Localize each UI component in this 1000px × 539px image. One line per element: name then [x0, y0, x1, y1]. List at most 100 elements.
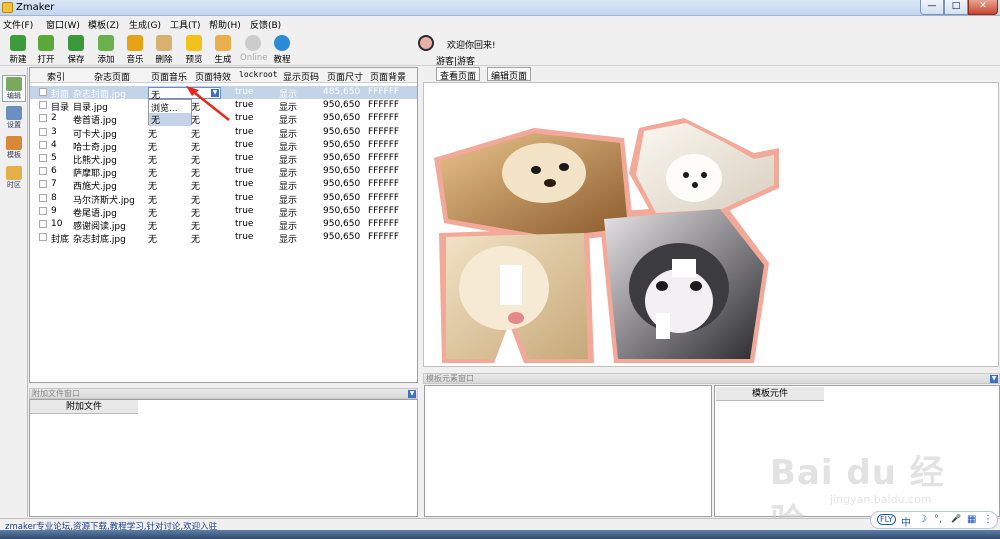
- cell-page: 可卡犬.jpg: [73, 129, 117, 140]
- cell-show: 显示: [279, 235, 298, 246]
- star-icon: [186, 35, 202, 51]
- col-page-size[interactable]: 页面尺寸: [327, 70, 363, 83]
- cell-effect: 无: [191, 222, 201, 232]
- table-row[interactable]: 8 马尔济斯犬.jpg 无 无 true 显示 950,650 FFFFFF: [30, 192, 417, 206]
- delete-button[interactable]: 删除: [151, 35, 177, 65]
- delete-icon: [156, 35, 172, 51]
- page-file-icon: [39, 167, 47, 176]
- cell-index: 9: [51, 205, 57, 216]
- ime-lang-toggle[interactable]: 中: [901, 514, 911, 529]
- cell-show: 显示: [279, 103, 298, 114]
- window-title: Zmaker: [16, 2, 55, 13]
- col-page[interactable]: 杂志页面: [94, 70, 130, 83]
- cell-music: 无: [148, 169, 158, 180]
- nav-settings[interactable]: 设置: [2, 105, 26, 132]
- menu-help[interactable]: 帮助(H): [209, 18, 241, 31]
- template-column-header[interactable]: 模板元件: [716, 387, 824, 401]
- template-icon: [6, 136, 22, 150]
- nav-template[interactable]: 模板: [2, 135, 26, 162]
- open-button[interactable]: 打开: [33, 35, 59, 65]
- menu-template[interactable]: 模板(Z): [88, 18, 119, 31]
- table-row[interactable]: 9 卷尾语.jpg 无 无 true 显示 950,650 FFFFFF: [30, 205, 417, 219]
- cell-music: 无: [148, 156, 158, 166]
- save-button[interactable]: 保存: [63, 35, 89, 65]
- menu-window[interactable]: 窗口(W): [46, 18, 80, 31]
- open-folder-icon: [38, 35, 54, 51]
- close-button[interactable]: ✕: [968, 0, 998, 15]
- table-row[interactable]: 6 萨摩耶.jpg 无 无 true 显示 950,650 FFFFFF: [30, 165, 417, 180]
- minimize-button[interactable]: —: [920, 0, 944, 15]
- punctuation-icon[interactable]: °,: [934, 514, 942, 525]
- ime-badge-icon[interactable]: FLY: [877, 514, 896, 525]
- view-page-button[interactable]: 查看页面: [436, 67, 481, 82]
- ime-menu-icon[interactable]: ⋮: [983, 514, 993, 525]
- cell-index: 封面: [51, 90, 70, 100]
- cell-size: 950,650: [323, 113, 361, 124]
- nav-settings-label: 设置: [7, 121, 21, 129]
- user-name: 游客|游客: [436, 57, 476, 67]
- page-file-icon: [39, 140, 47, 149]
- preview-button[interactable]: 预览: [181, 35, 207, 65]
- add-button[interactable]: 添加: [93, 35, 119, 65]
- save-label: 保存: [67, 55, 85, 65]
- cell-size: 950,650: [323, 205, 361, 216]
- col-show-page[interactable]: 显示页码: [283, 70, 319, 83]
- cell-bg: FFFFFF: [368, 139, 400, 150]
- col-index[interactable]: 索引: [47, 70, 65, 83]
- nav-edit-label: 编辑: [7, 92, 21, 100]
- cell-index: 目录: [51, 103, 70, 114]
- cell-page: 萨摩耶.jpg: [73, 169, 117, 180]
- collapse-icon[interactable]: ▼: [990, 375, 998, 383]
- cell-music: 无: [148, 222, 158, 232]
- maximize-button[interactable]: □: [944, 0, 968, 15]
- music-button[interactable]: 音乐: [122, 35, 148, 65]
- col-page-bg[interactable]: 页面背景: [370, 70, 406, 83]
- taskbar: [0, 530, 1000, 539]
- cell-show: 显示: [279, 182, 298, 193]
- table-row[interactable]: 10 感谢阅读.jpg 无 无 true 显示 950,650 FFFFFF: [30, 218, 417, 232]
- new-button[interactable]: 新建: [5, 35, 31, 65]
- collapse-icon[interactable]: ▼: [408, 390, 416, 398]
- generate-button[interactable]: 生成: [210, 35, 236, 65]
- attachment-window-header: 附加文件窗口 ▼: [29, 388, 418, 399]
- moon-icon[interactable]: ☽: [918, 514, 927, 525]
- edit-page-button[interactable]: 编辑页面: [487, 67, 532, 82]
- table-row[interactable]: 7 西施犬.jpg 无 无 true 显示 950,650 FFFFFF: [30, 178, 417, 193]
- table-row[interactable]: 封底 杂志封底.jpg 无 无 true 显示 950,650 FFFFFF: [30, 231, 417, 246]
- template-window-header: 模板元素窗口 ▼: [423, 373, 1000, 384]
- menu-feedback[interactable]: 反馈(B): [250, 18, 281, 31]
- cell-size: 485,650: [323, 87, 361, 97]
- microphone-icon[interactable]: 🎤: [951, 514, 961, 523]
- timezone-icon: [6, 166, 22, 180]
- cell-size: 950,650: [323, 153, 361, 163]
- cell-music: 无: [148, 142, 158, 153]
- settings-icon: [6, 106, 22, 120]
- cell-show: 显示: [279, 156, 298, 166]
- keyboard-icon[interactable]: ▦: [967, 514, 976, 525]
- menu-file[interactable]: 文件(F): [3, 18, 33, 31]
- nav-timezone-label: 时区: [7, 181, 21, 189]
- cell-effect: 无: [191, 235, 201, 246]
- cell-lockroot: true: [235, 179, 254, 190]
- template-window-title: 模板元素窗口: [426, 374, 474, 383]
- nav-timezone[interactable]: 时区: [2, 165, 26, 192]
- cell-page: 比熊犬.jpg: [73, 156, 117, 166]
- cell-show: 显示: [279, 169, 298, 180]
- col-lockroot[interactable]: lockroot: [239, 70, 278, 79]
- watermark-url: jingyan.baidu.com: [830, 493, 932, 506]
- save-icon: [68, 35, 84, 51]
- table-row[interactable]: 5 比熊犬.jpg 无 无 true 显示 950,650 FFFFFF: [30, 152, 417, 166]
- table-row[interactable]: 4 哈士奇.jpg 无 无 true 显示 950,650 FFFFFF: [30, 139, 417, 153]
- page-file-icon: [39, 154, 47, 162]
- cell-bg: FFFFFF: [368, 232, 400, 243]
- menu-tools[interactable]: 工具(T): [170, 18, 201, 31]
- tutorial-button[interactable]: 教程: [269, 35, 295, 65]
- cell-bg: FFFFFF: [368, 166, 400, 177]
- attachment-column-header[interactable]: 附加文件: [30, 400, 138, 414]
- menu-generate[interactable]: 生成(G): [129, 18, 161, 31]
- cell-effect: 无: [191, 169, 201, 180]
- nav-edit[interactable]: 编辑: [2, 75, 26, 102]
- cell-lockroot: true: [235, 192, 254, 203]
- page-file-icon: [39, 127, 47, 136]
- page-preview: [423, 82, 999, 367]
